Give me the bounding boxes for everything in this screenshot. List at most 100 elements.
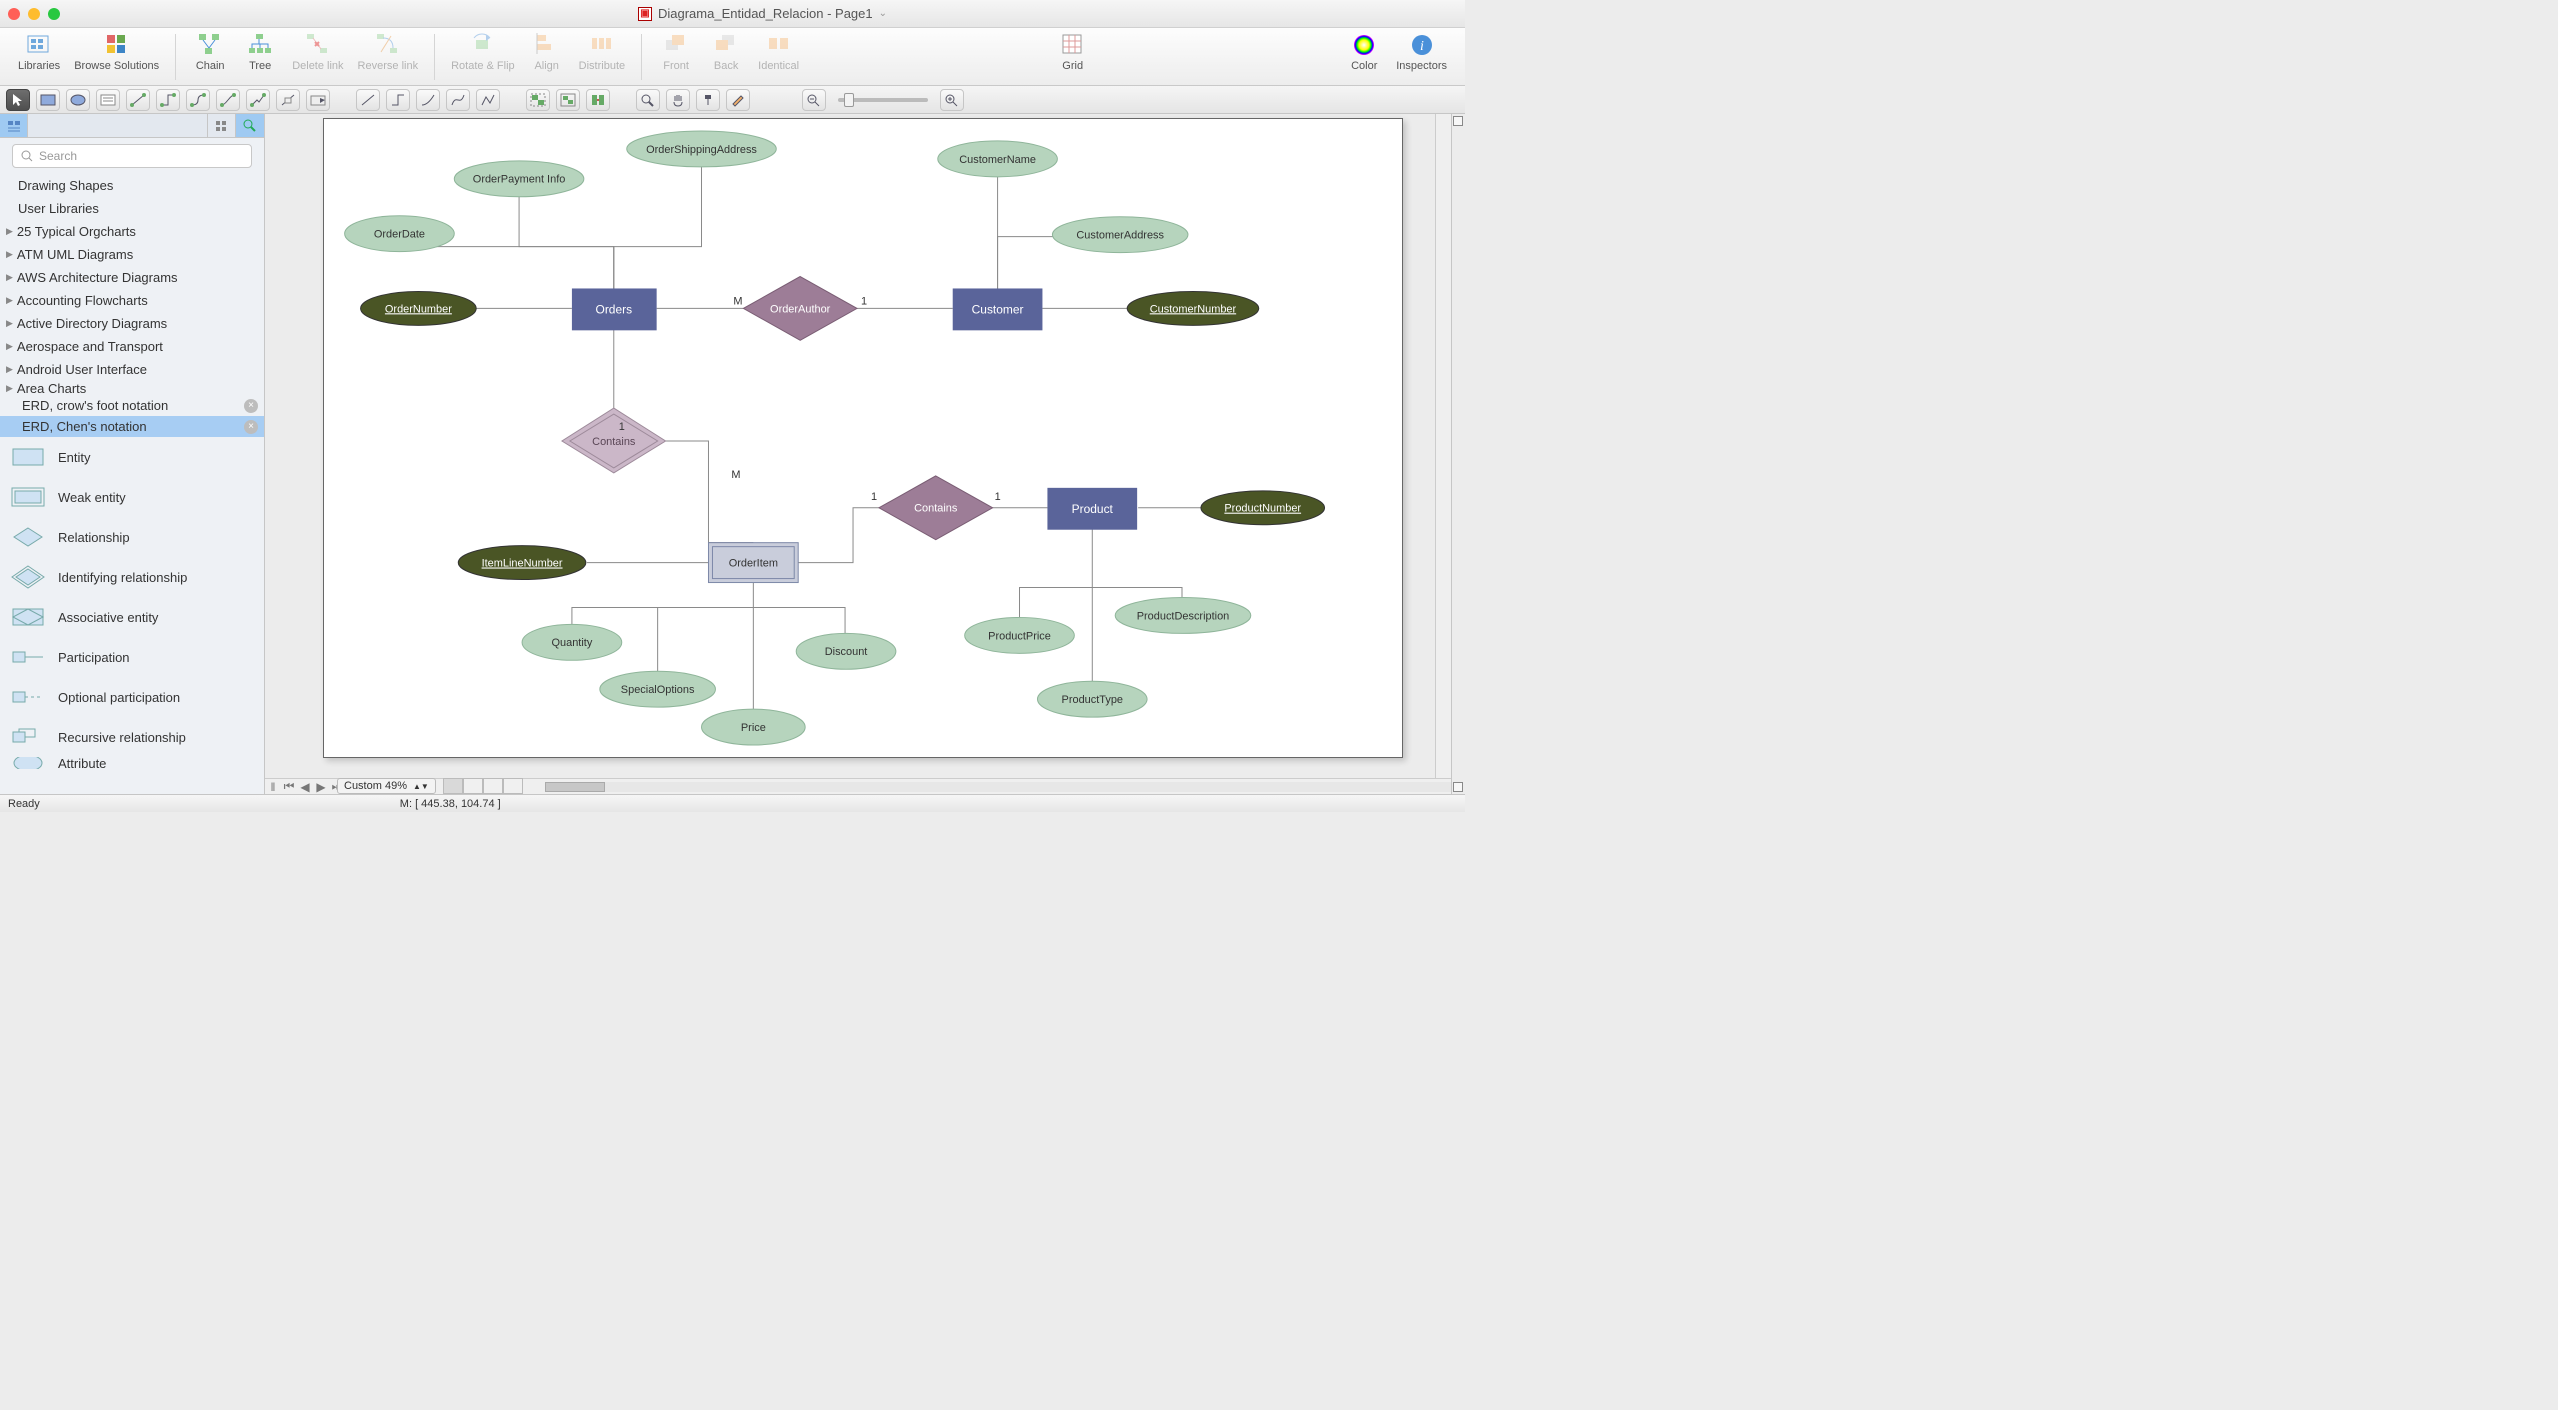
relationship-contains-2[interactable]: Contains [879, 476, 993, 540]
attr-specialoptions[interactable]: SpecialOptions [600, 671, 716, 707]
shape-associative-entity[interactable]: Associative entity [0, 597, 264, 637]
libraries-button[interactable]: Libraries [18, 32, 60, 72]
attr-quantity[interactable]: Quantity [522, 624, 622, 660]
group-tool-2[interactable] [556, 89, 580, 111]
close-icon[interactable]: × [244, 420, 258, 434]
text-tool[interactable] [96, 89, 120, 111]
close-icon[interactable]: × [244, 399, 258, 413]
connector-end-tool[interactable] [306, 89, 330, 111]
scroll-first-icon[interactable]: ⏮ [281, 779, 297, 795]
attr-customername[interactable]: CustomerName [938, 141, 1058, 177]
zoom-in-button[interactable] [940, 89, 964, 111]
group-tool-3[interactable] [586, 89, 610, 111]
library-category[interactable]: ▶AWS Architecture Diagrams [0, 266, 264, 289]
library-category[interactable]: ▶Accounting Flowcharts [0, 289, 264, 312]
scroll-left-icon[interactable]: ◀ [297, 779, 313, 795]
panel-tab-blank[interactable] [28, 114, 208, 137]
library-category[interactable]: ▶Area Charts [0, 381, 264, 395]
attr-customeraddress[interactable]: CustomerAddress [1052, 217, 1188, 253]
shape-participation[interactable]: Participation [0, 637, 264, 677]
svg-text:Price: Price [741, 722, 766, 734]
chain-button[interactable]: Chain [192, 32, 228, 72]
panel-tab-shapes[interactable] [0, 114, 28, 137]
library-category[interactable]: ▶Android User Interface [0, 358, 264, 381]
key-customernumber[interactable]: CustomerNumber [1127, 291, 1259, 325]
attr-price[interactable]: Price [702, 709, 806, 745]
shape-attribute[interactable]: Attribute [0, 757, 264, 769]
panel-toggle-icon[interactable] [1453, 782, 1463, 792]
color-button[interactable]: Color [1346, 32, 1382, 72]
panel-tab-grid[interactable] [208, 114, 236, 137]
group-tool-1[interactable] [526, 89, 550, 111]
inspectors-button[interactable]: iInspectors [1396, 32, 1447, 72]
zoom-select[interactable]: Custom 49%▲▼ [337, 778, 436, 794]
connector-tool-1[interactable] [126, 89, 150, 111]
entity-customer[interactable]: Customer [953, 288, 1043, 330]
attr-productdesc[interactable]: ProductDescription [1115, 598, 1251, 634]
rectangle-tool[interactable] [36, 89, 60, 111]
elbow-line-tool[interactable] [386, 89, 410, 111]
attr-orderpayment[interactable]: OrderPayment Info [454, 161, 584, 197]
entity-product[interactable]: Product [1047, 488, 1137, 530]
horizontal-scrollbar[interactable]: ‖ ⏮ ◀ ▶ ⏭ Custom 49%▲▼ [265, 778, 1451, 794]
library-category[interactable]: ▶ATM UML Diagrams [0, 243, 264, 266]
shape-optional-participation[interactable]: Optional participation [0, 677, 264, 717]
library-category[interactable]: ▶Aerospace and Transport [0, 335, 264, 358]
page-tabs[interactable] [443, 778, 523, 794]
connector-tool-3[interactable] [186, 89, 210, 111]
library-category[interactable]: Drawing Shapes [0, 174, 264, 197]
search-input[interactable]: Search [12, 144, 252, 168]
entity-orderitem[interactable]: OrderItem [708, 543, 798, 583]
attr-discount[interactable]: Discount [796, 633, 896, 669]
zoom-tool[interactable] [636, 89, 660, 111]
bezier-line-tool[interactable] [446, 89, 470, 111]
ellipse-tool[interactable] [66, 89, 90, 111]
splitter-handle[interactable]: ‖ [265, 779, 281, 795]
shape-relationship[interactable]: Relationship [0, 517, 264, 557]
zoom-slider[interactable] [838, 98, 928, 102]
window-zoom-icon[interactable] [48, 8, 60, 20]
title-dropdown-icon[interactable]: ⌄ [879, 8, 887, 19]
pencil-tool[interactable] [726, 89, 750, 111]
vertical-scrollbar[interactable] [1435, 114, 1451, 778]
polyline-tool[interactable] [476, 89, 500, 111]
shape-entity[interactable]: Entity [0, 437, 264, 477]
line-tool[interactable] [356, 89, 380, 111]
connector-tool-5[interactable] [246, 89, 270, 111]
relationship-orderauthor[interactable]: OrderAuthor [743, 277, 857, 341]
connector-tool-6[interactable] [276, 89, 300, 111]
key-ordernumber[interactable]: OrderNumber [361, 291, 477, 325]
shape-recursive-relationship[interactable]: Recursive relationship [0, 717, 264, 757]
window-close-icon[interactable] [8, 8, 20, 20]
eyedropper-tool[interactable] [696, 89, 720, 111]
library-category[interactable]: User Libraries [0, 197, 264, 220]
browse-solutions-button[interactable]: Browse Solutions [74, 32, 159, 72]
curve-line-tool[interactable] [416, 89, 440, 111]
shape-weak-entity[interactable]: Weak entity [0, 477, 264, 517]
library-category[interactable]: ▶Active Directory Diagrams [0, 312, 264, 335]
connector-tool-4[interactable] [216, 89, 240, 111]
entity-orders[interactable]: Orders [572, 288, 657, 330]
panel-toggle-icon[interactable] [1453, 116, 1463, 126]
open-library-chen[interactable]: ERD, Chen's notation× [0, 416, 264, 437]
attr-producttype[interactable]: ProductType [1037, 681, 1147, 717]
library-category[interactable]: ▶25 Typical Orgcharts [0, 220, 264, 243]
relationship-contains-1[interactable]: Contains [562, 408, 666, 473]
shape-identifying-relationship[interactable]: Identifying relationship [0, 557, 264, 597]
pan-tool[interactable] [666, 89, 690, 111]
key-itemlinenumber[interactable]: ItemLineNumber [458, 546, 586, 580]
key-productnumber[interactable]: ProductNumber [1201, 491, 1325, 525]
scroll-right-icon[interactable]: ▶ [313, 779, 329, 795]
open-library-crowfoot[interactable]: ERD, crow's foot notation× [0, 395, 264, 416]
attr-productprice[interactable]: ProductPrice [965, 617, 1075, 653]
panel-tab-search[interactable] [236, 114, 264, 137]
drawing-canvas[interactable]: Orders Customer Product OrderItem OrderA… [323, 118, 1403, 758]
pointer-tool[interactable] [6, 89, 30, 111]
zoom-out-button[interactable] [802, 89, 826, 111]
connector-tool-2[interactable] [156, 89, 180, 111]
window-minimize-icon[interactable] [28, 8, 40, 20]
tree-button[interactable]: Tree [242, 32, 278, 72]
attr-ordershipping[interactable]: OrderShippingAddress [627, 131, 777, 167]
attr-orderdate[interactable]: OrderDate [345, 216, 455, 252]
grid-button[interactable]: Grid [1055, 32, 1091, 72]
